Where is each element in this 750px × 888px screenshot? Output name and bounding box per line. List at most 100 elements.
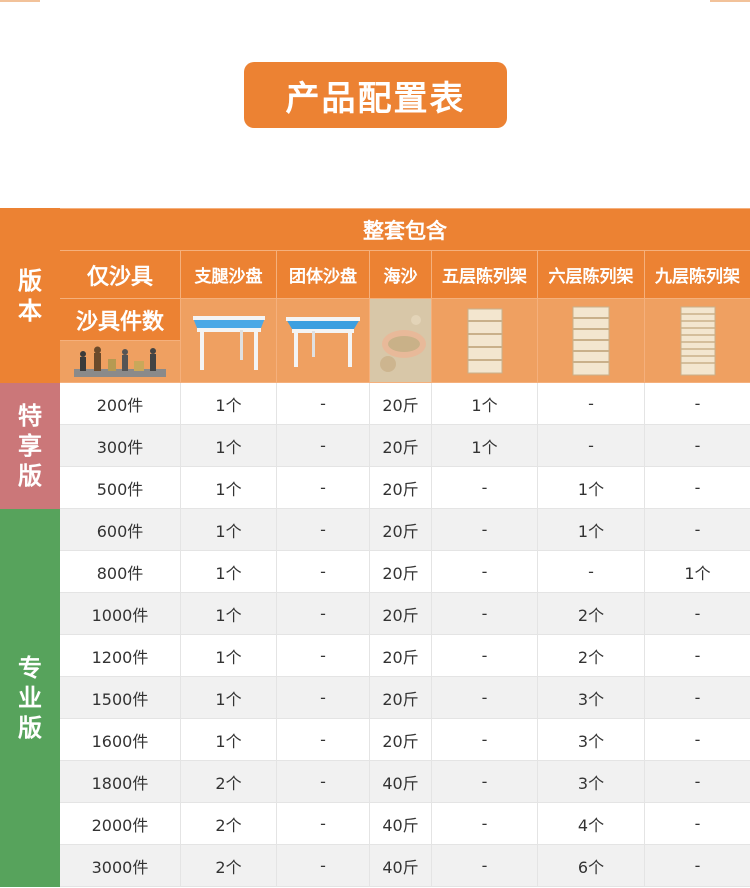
six-tier-shelf-cell: 1个 (537, 466, 645, 509)
five-tier-shelf-cell: - (431, 718, 538, 761)
legged-sand-tray-cell: 1个 (180, 424, 277, 467)
five-tier-shelf-cell: - (431, 802, 538, 845)
legged-sand-tray-cell: 1个 (180, 592, 277, 635)
nine-tier-shelf-cell: - (643, 676, 750, 719)
sand-tools-only-header: 仅沙具 (59, 250, 181, 299)
tool-count-cell: 600件 (59, 508, 181, 551)
sea-sand-cell: 20斤 (369, 634, 432, 677)
six-tier-shelf-cell: 2个 (537, 634, 645, 677)
group-sand-tray-cell: - (276, 802, 370, 845)
top-left-decoration (0, 0, 40, 2)
five-tier-shelf-cell: - (431, 592, 538, 635)
tool-count-cell: 500件 (59, 466, 181, 509)
group-sand-tray-cell: - (276, 592, 370, 635)
sea-sand-image (369, 298, 432, 383)
package-header: 整套包含 (58, 208, 750, 251)
sea-sand-cell: 40斤 (369, 760, 432, 803)
tool-count-header: 沙具件数 (59, 298, 181, 341)
tool-count-cell: 3000件 (59, 844, 181, 887)
five-tier-shelf-cell: - (431, 634, 538, 677)
tool-count-cell: 1200件 (59, 634, 181, 677)
group-sand-tray-cell: - (276, 844, 370, 887)
table-row: 1500件 1个 -20斤 -3个 - (1, 676, 750, 719)
table-row: 3000件 2个 -40斤 -6个 - (1, 844, 750, 887)
six-tier-shelf-cell: 6个 (537, 844, 645, 887)
five-tier-shelf-cell: 1个 (431, 424, 538, 467)
six-tier-shelf-cell: - (537, 424, 645, 467)
nine-tier-shelf-cell: - (643, 760, 750, 803)
table-row: 800件 1个 -20斤 - -1个 (1, 550, 750, 593)
legged-sand-tray-cell: 1个 (180, 550, 277, 593)
special-edition-label: 特享版 (0, 382, 60, 509)
legged-sand-tray-cell: 2个 (180, 760, 277, 803)
col-nine-tier-shelf: 九层陈列架 (643, 250, 750, 299)
legged-sand-tray-cell: 1个 (180, 676, 277, 719)
table-row: 500件 1个 -20斤 -1个 - (1, 466, 750, 509)
tool-count-cell: 300件 (59, 424, 181, 467)
nine-tier-shelf-cell: - (643, 382, 750, 425)
nine-tier-shelf-cell: - (643, 466, 750, 509)
legged-sand-tray-cell: 2个 (180, 802, 277, 845)
tool-count-cell: 1500件 (59, 676, 181, 719)
sea-sand-cell: 20斤 (369, 718, 432, 761)
six-tier-shelf-cell: - (537, 382, 645, 425)
five-tier-shelf-cell: 1个 (431, 382, 538, 425)
table-row: 2000件 2个 -40斤 -4个 - (1, 802, 750, 845)
legged-sand-tray-cell: 1个 (180, 466, 277, 509)
sea-sand-cell: 40斤 (369, 844, 432, 887)
legged-sand-tray-image (180, 298, 277, 383)
group-sand-tray-cell: - (276, 424, 370, 467)
col-group-sand-tray: 团体沙盘 (276, 250, 370, 299)
five-tier-shelf-image (431, 298, 538, 383)
five-tier-shelf-cell: - (431, 550, 538, 593)
tool-count-cell: 800件 (59, 550, 181, 593)
col-legged-sand-tray: 支腿沙盘 (180, 250, 277, 299)
sea-sand-cell: 20斤 (369, 592, 432, 635)
tool-count-cell: 1800件 (59, 760, 181, 803)
nine-tier-shelf-cell: - (643, 802, 750, 845)
sea-sand-cell: 20斤 (369, 508, 432, 551)
six-tier-shelf-cell: 3个 (537, 760, 645, 803)
sea-sand-cell: 20斤 (369, 676, 432, 719)
table-row: 特享版 200件 1个 -20斤 1个 - - (0, 382, 750, 509)
top-right-decoration (710, 0, 750, 2)
six-tier-shelf-image (537, 298, 645, 383)
product-config-table: 版本 整套包含 仅沙具 支腿沙盘 团体沙盘 海沙 五层陈列架 六层陈列架 九层陈… (0, 208, 750, 887)
legged-sand-tray-cell: 2个 (180, 844, 277, 887)
col-six-tier-shelf: 六层陈列架 (537, 250, 645, 299)
five-tier-shelf-cell: - (431, 676, 538, 719)
six-tier-shelf-cell: - (537, 550, 645, 593)
legged-sand-tray-cell: 1个 (180, 718, 277, 761)
nine-tier-shelf-cell: - (643, 844, 750, 887)
five-tier-shelf-cell: - (431, 844, 538, 887)
sea-sand-cell: 20斤 (369, 466, 432, 509)
table-row: 1000件 1个 -20斤 -2个 - (1, 592, 750, 635)
group-sand-tray-cell: - (276, 550, 370, 593)
tool-count-cell: 2000件 (59, 802, 181, 845)
group-sand-tray-cell: - (276, 718, 370, 761)
table-row: 专业版 600件 1个 -20斤 -1个 - (0, 508, 750, 887)
sea-sand-cell: 20斤 (369, 550, 432, 593)
six-tier-shelf-cell: 3个 (537, 718, 645, 761)
six-tier-shelf-cell: 4个 (537, 802, 645, 845)
five-tier-shelf-cell: - (431, 760, 538, 803)
sea-sand-cell: 20斤 (369, 382, 432, 425)
sea-sand-cell: 20斤 (369, 424, 432, 467)
five-tier-shelf-cell: - (431, 466, 538, 509)
page-title: 产品配置表 (244, 62, 507, 128)
group-sand-tray-image (276, 298, 370, 383)
nine-tier-shelf-cell: - (643, 592, 750, 635)
tool-count-cell: 200件 (59, 382, 181, 425)
group-sand-tray-cell: - (276, 382, 370, 425)
group-sand-tray-cell: - (276, 676, 370, 719)
six-tier-shelf-cell: 1个 (537, 508, 645, 551)
nine-tier-shelf-cell: - (643, 508, 750, 551)
table-row: 1600件 1个 -20斤 -3个 - (1, 718, 750, 761)
six-tier-shelf-cell: 3个 (537, 676, 645, 719)
table-row: 1800件 2个 -40斤 -3个 - (1, 760, 750, 803)
col-sea-sand: 海沙 (369, 250, 432, 299)
professional-edition-label: 专业版 (0, 508, 60, 887)
legged-sand-tray-cell: 1个 (180, 382, 277, 425)
table-row: 300件 1个 -20斤 1个 - - (1, 424, 750, 467)
sand-tools-figurines-image (59, 340, 181, 383)
